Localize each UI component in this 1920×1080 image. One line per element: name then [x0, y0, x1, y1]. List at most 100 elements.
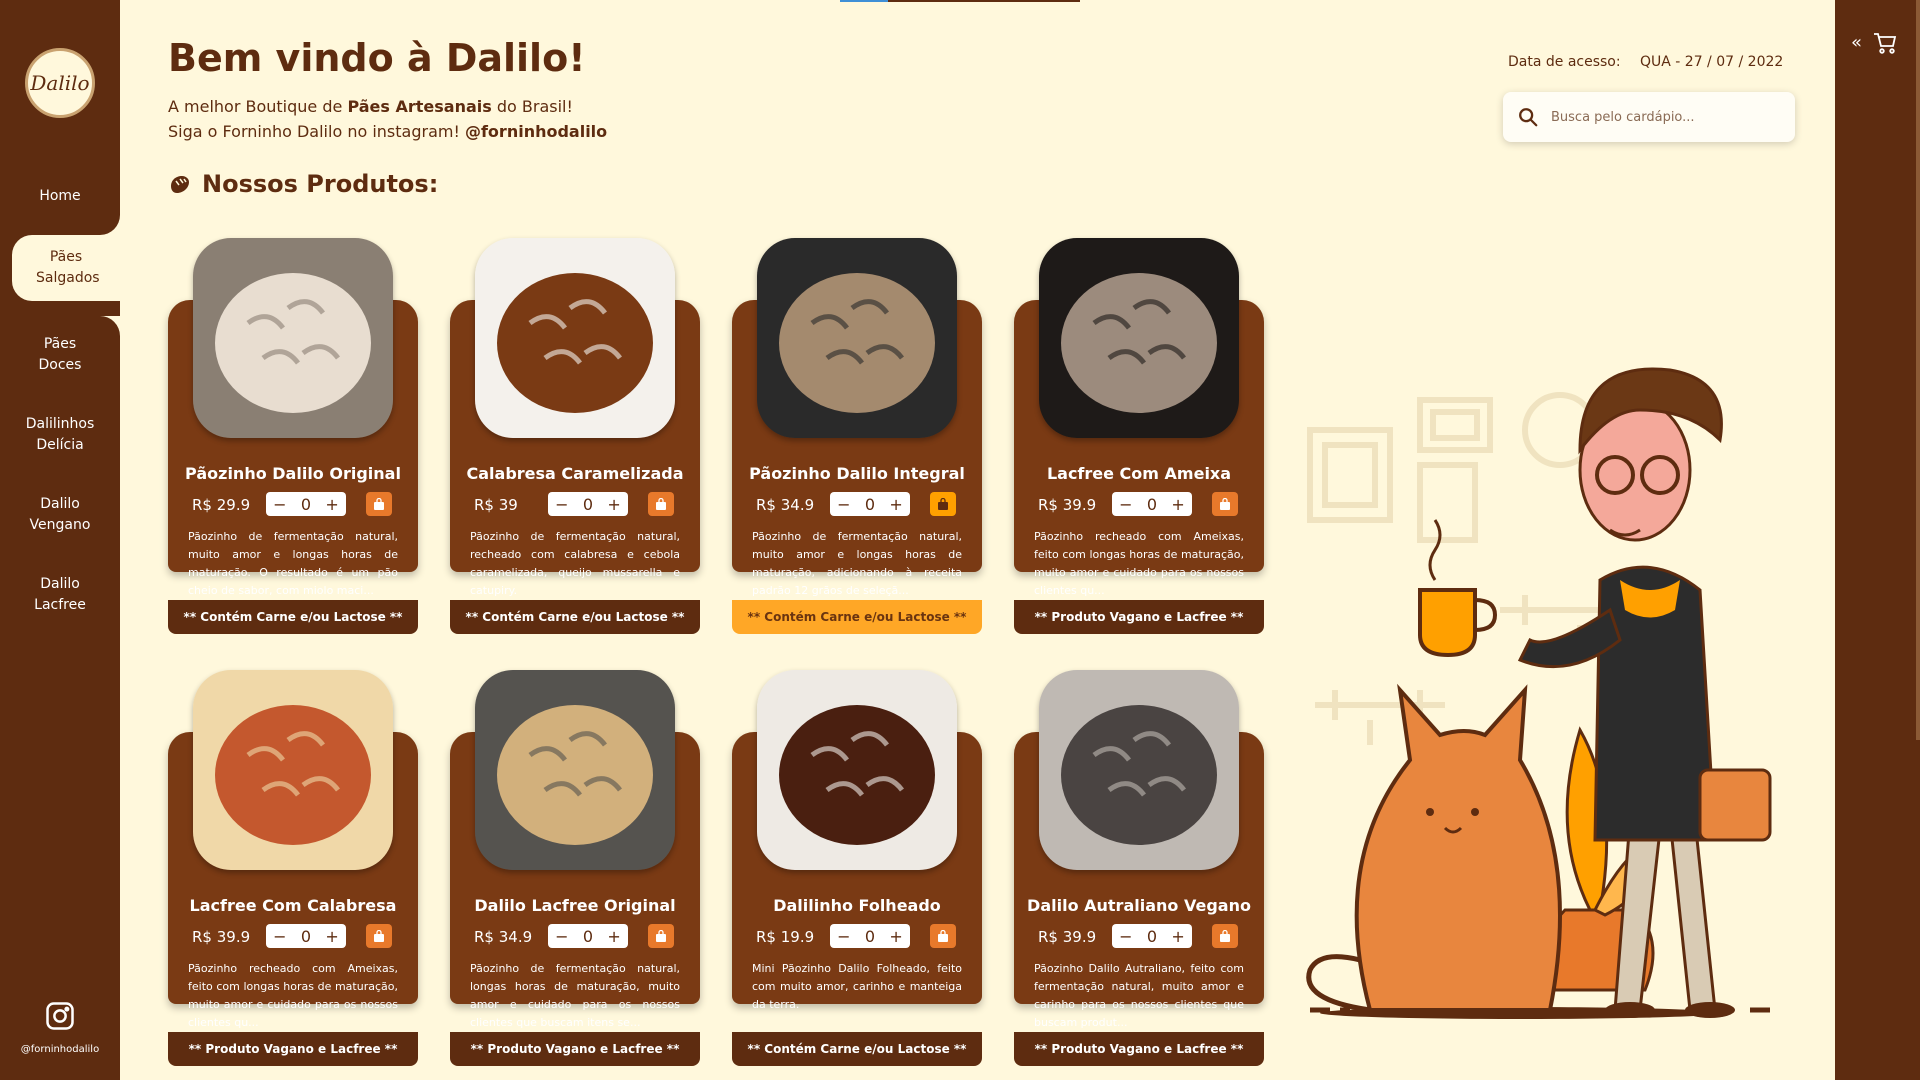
- bread-icon: [171, 176, 189, 193]
- minus-button[interactable]: −: [555, 927, 568, 946]
- quantity-stepper[interactable]: − 0 +: [548, 492, 628, 516]
- product-description: Mini Pãozinho Dalilo Folheado, feito com…: [752, 962, 962, 1011]
- plus-button[interactable]: +: [325, 495, 338, 514]
- add-to-bag-button[interactable]: [930, 492, 956, 516]
- minus-button[interactable]: −: [273, 927, 286, 946]
- plus-button[interactable]: +: [889, 495, 902, 514]
- product-price: R$ 39.9: [1038, 496, 1097, 514]
- minus-button[interactable]: −: [837, 927, 850, 946]
- product-image[interactable]: [1039, 238, 1239, 438]
- product-tag: ** Produto Vagano e Lacfree **: [168, 1032, 418, 1066]
- plus-button[interactable]: +: [1171, 495, 1184, 514]
- instagram-link[interactable]: @forninhodalilo: [0, 1001, 120, 1056]
- product-description: Pãozinho recheado com Ameixas, feito com…: [1034, 530, 1244, 597]
- product-tag: ** Produto Vagano e Lacfree **: [1014, 1032, 1264, 1066]
- quantity-stepper[interactable]: − 0 +: [548, 924, 628, 948]
- chevron-double-left-icon[interactable]: «: [1851, 32, 1862, 53]
- minus-button[interactable]: −: [555, 495, 568, 514]
- quantity-value: 0: [582, 926, 594, 946]
- add-to-bag-button[interactable]: [366, 492, 392, 516]
- minus-button[interactable]: −: [1119, 927, 1132, 946]
- product-card[interactable]: Dalilo Autraliano Vegano R$ 39.9 − 0 + P…: [1014, 670, 1264, 1066]
- product-image[interactable]: [193, 238, 393, 438]
- product-description: Pãozinho de fermentação natural, rechead…: [470, 530, 680, 597]
- plus-button[interactable]: +: [607, 927, 620, 946]
- shopping-bag-icon: [374, 930, 384, 942]
- instagram-handle: @forninhodalilo: [20, 1044, 100, 1055]
- product-card[interactable]: Dalilo Lacfree Original R$ 34.9 − 0 + Pã…: [450, 670, 700, 1066]
- quantity-value: 0: [864, 926, 876, 946]
- quantity-value: 0: [300, 926, 312, 946]
- product-tag: ** Produto Vagano e Lacfree **: [1014, 600, 1264, 634]
- search-input[interactable]: [1551, 109, 1781, 125]
- product-price: R$ 34.9: [474, 928, 533, 946]
- product-card[interactable]: Pãozinho Dalilo Original R$ 29.9 − 0 + P…: [168, 238, 418, 634]
- quantity-value: 0: [582, 494, 594, 514]
- product-description: Pãozinho de fermentação natural, muito a…: [752, 530, 962, 597]
- product-image[interactable]: [757, 670, 957, 870]
- sidebar-item-dalilinhos-delicia[interactable]: Dalilinhos Delícia: [0, 414, 120, 456]
- scrollbar-thumb[interactable]: [1916, 0, 1920, 740]
- plus-button[interactable]: +: [325, 927, 338, 946]
- minus-button[interactable]: −: [273, 495, 286, 514]
- add-to-bag-button[interactable]: [366, 924, 392, 948]
- plus-button[interactable]: +: [607, 495, 620, 514]
- product-card[interactable]: Lacfree Com Ameixa R$ 39.9 − 0 + Pãozinh…: [1014, 238, 1264, 634]
- add-to-bag-button[interactable]: [648, 492, 674, 516]
- sidebar-item-dalilo-lacfree[interactable]: Dalilo Lacfree: [0, 574, 120, 616]
- quantity-value: 0: [1146, 494, 1158, 514]
- active-tab-curve-bottom: [100, 316, 120, 336]
- add-to-bag-button[interactable]: [1212, 492, 1238, 516]
- add-to-bag-button[interactable]: [648, 924, 674, 948]
- brand-logo[interactable]: Dalilo: [25, 48, 95, 118]
- minus-button[interactable]: −: [1119, 495, 1132, 514]
- product-image[interactable]: [193, 670, 393, 870]
- product-name: Lacfree Com Ameixa: [1046, 464, 1232, 483]
- plus-button[interactable]: +: [1171, 927, 1184, 946]
- product-tag: ** Contém Carne e/ou Lactose **: [168, 600, 418, 634]
- search-box[interactable]: [1503, 92, 1795, 142]
- product-name: Dalilinho Folheado: [773, 896, 941, 915]
- section-title: Nossos Produtos:: [168, 170, 438, 198]
- add-to-bag-button[interactable]: [1212, 924, 1238, 948]
- product-card[interactable]: Calabresa Caramelizada R$ 39 − 0 + Pãozi…: [450, 238, 700, 634]
- product-name: Pãozinho Dalilo Integral: [749, 464, 965, 483]
- quantity-stepper[interactable]: − 0 +: [266, 492, 346, 516]
- product-image[interactable]: [475, 238, 675, 438]
- shopping-bag-icon: [938, 930, 948, 942]
- quantity-stepper[interactable]: − 0 +: [830, 924, 910, 948]
- instagram-icon: [46, 1002, 74, 1030]
- quantity-stepper[interactable]: − 0 +: [266, 924, 346, 948]
- product-name: Dalilo Autraliano Vegano: [1027, 896, 1251, 915]
- product-card[interactable]: Lacfree Com Calabresa R$ 39.9 − 0 + Pãoz…: [168, 670, 418, 1066]
- product-image[interactable]: [475, 670, 675, 870]
- product-price: R$ 39.9: [1038, 928, 1097, 946]
- logo-text: Dalilo: [30, 71, 90, 95]
- right-panel-collapsed: «: [1835, 0, 1920, 1080]
- product-price: R$ 39.9: [192, 928, 251, 946]
- product-name: Pãozinho Dalilo Original: [185, 464, 401, 483]
- sidebar-item-paes-salgados[interactable]: Pães Salgados: [12, 235, 120, 301]
- product-description: Pãozinho Dalilo Autraliano, feito com fe…: [1034, 962, 1244, 1029]
- sidebar-item-paes-doces[interactable]: Pães Doces: [0, 334, 120, 376]
- quantity-value: 0: [1146, 926, 1158, 946]
- shopping-bag-icon: [1220, 498, 1230, 510]
- plus-button[interactable]: +: [889, 927, 902, 946]
- product-price: R$ 39: [474, 496, 518, 514]
- product-image[interactable]: [757, 238, 957, 438]
- add-to-bag-button[interactable]: [930, 924, 956, 948]
- product-price: R$ 34.9: [756, 496, 815, 514]
- product-card[interactable]: Pãozinho Dalilo Integral R$ 34.9 − 0 + P…: [732, 238, 982, 634]
- product-description: Pãozinho de fermentação natural, longas …: [470, 962, 680, 1029]
- minus-button[interactable]: −: [837, 495, 850, 514]
- quantity-stepper[interactable]: − 0 +: [1112, 492, 1192, 516]
- product-description: Pãozinho de fermentação natural, muito a…: [188, 530, 398, 597]
- sidebar: Dalilo Home Pães Salgados Pães Doces Dal…: [0, 0, 120, 1080]
- product-card[interactable]: Dalilinho Folheado R$ 19.9 − 0 + Mini Pã…: [732, 670, 982, 1066]
- cart-icon[interactable]: [1873, 32, 1897, 54]
- product-image[interactable]: [1039, 670, 1239, 870]
- sidebar-item-dalilo-vengano[interactable]: Dalilo Vengano: [0, 494, 120, 536]
- sidebar-item-home[interactable]: Home: [0, 186, 120, 207]
- quantity-stepper[interactable]: − 0 +: [830, 492, 910, 516]
- quantity-stepper[interactable]: − 0 +: [1112, 924, 1192, 948]
